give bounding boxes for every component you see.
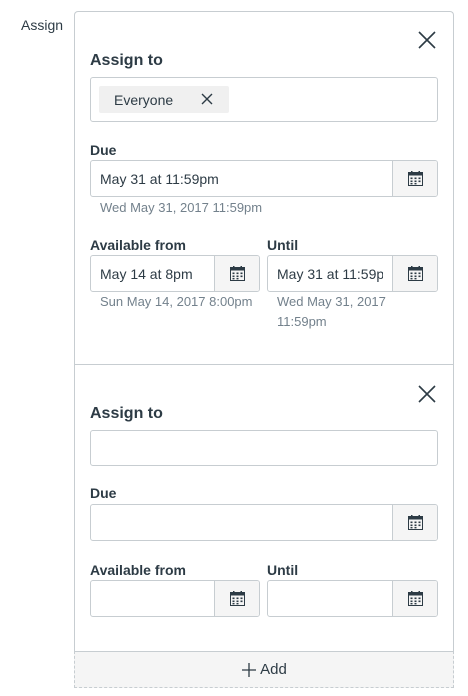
- assign-card: Assign to Due Available from Until: [75, 365, 453, 652]
- until-input[interactable]: [268, 581, 392, 616]
- available-from-input[interactable]: [91, 581, 214, 616]
- until-hint-line2: 11:59pm: [277, 314, 327, 329]
- assignee-token: Everyone: [99, 86, 229, 113]
- calendar-icon: [407, 171, 423, 186]
- due-date-hint: Wed May 31, 2017 11:59pm: [100, 200, 263, 215]
- until-field: [267, 255, 438, 292]
- until-calendar-button[interactable]: [392, 256, 437, 291]
- calendar-icon: [407, 266, 423, 281]
- until-field: [267, 580, 438, 617]
- remove-card-button[interactable]: [414, 27, 440, 53]
- assignee-token-label: Everyone: [114, 91, 174, 108]
- available-from-label: Available from: [90, 562, 186, 578]
- due-date-input[interactable]: [91, 161, 392, 196]
- available-from-input[interactable]: [91, 256, 214, 291]
- remove-token-button[interactable]: [200, 92, 214, 106]
- assign-to-label: Assign to: [90, 52, 163, 69]
- close-icon: [418, 385, 436, 403]
- assign-section-label: Assign: [21, 17, 64, 33]
- due-date-input[interactable]: [91, 505, 392, 540]
- assign-card: Assign to Everyone Due May 31 at 11:59pm…: [75, 12, 453, 365]
- available-from-field: [90, 255, 260, 292]
- assign-to-label: Assign to: [90, 405, 163, 422]
- until-label: Until: [267, 237, 299, 253]
- due-date-field: [90, 504, 438, 541]
- assign-panel: Assign to Everyone Due May 31 at 11:59pm…: [74, 11, 454, 651]
- assign-to-input[interactable]: Everyone: [90, 77, 438, 122]
- due-calendar-button[interactable]: [392, 161, 437, 196]
- due-label: Due: [90, 142, 117, 158]
- close-icon: [201, 93, 213, 105]
- until-calendar-button[interactable]: [392, 581, 437, 616]
- add-button-content: Add: [241, 661, 287, 678]
- calendar-icon: [407, 591, 423, 606]
- available-from-field: [90, 580, 260, 617]
- calendar-icon: [229, 591, 245, 606]
- until-label: Until: [267, 562, 299, 578]
- add-label: Add: [260, 661, 287, 678]
- calendar-icon: [407, 515, 423, 530]
- due-date-field: [90, 160, 438, 197]
- plus-icon: [241, 662, 257, 678]
- until-input[interactable]: [268, 256, 392, 291]
- calendar-icon: [229, 266, 245, 281]
- remove-card-button[interactable]: [414, 381, 440, 407]
- assign-to-input[interactable]: [90, 430, 438, 466]
- add-assignment-button[interactable]: Add: [74, 651, 454, 688]
- available-from-calendar-button[interactable]: [214, 581, 259, 616]
- due-label: Due: [90, 485, 117, 501]
- available-from-calendar-button[interactable]: [214, 256, 259, 291]
- available-from-label: Available from: [90, 237, 186, 253]
- until-hint: Wed May 31, 2017 11:59pm: [277, 292, 386, 332]
- available-from-hint: Sun May 14, 2017 8:00pm: [100, 294, 253, 309]
- close-icon: [418, 31, 436, 49]
- until-hint-line1: Wed May 31, 2017: [277, 294, 386, 309]
- due-calendar-button[interactable]: [392, 505, 437, 540]
